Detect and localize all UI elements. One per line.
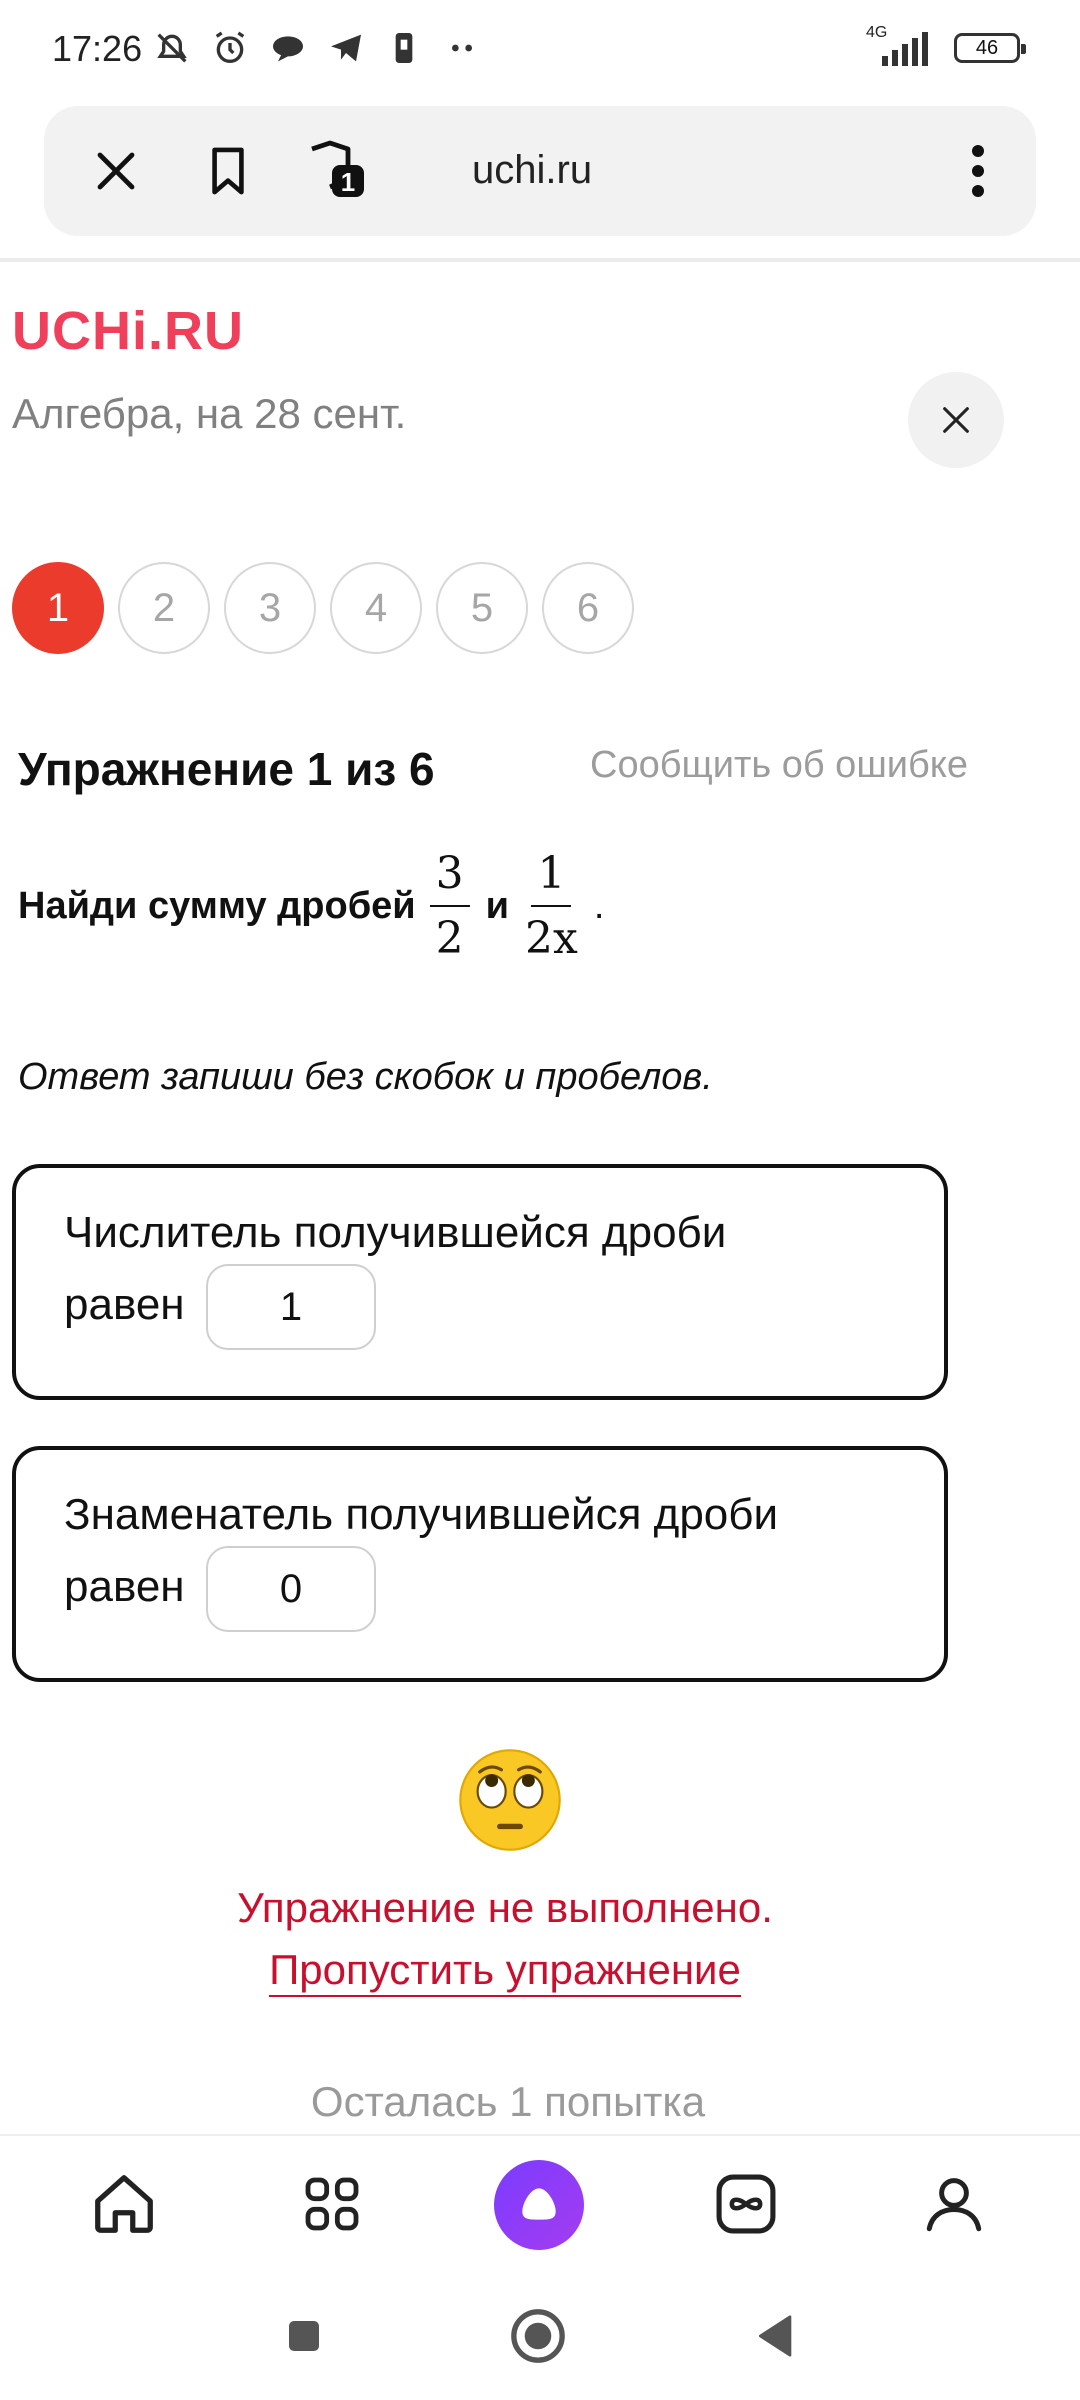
attempts-remaining: Осталась 1 попытка <box>310 2078 706 2125</box>
alice-icon <box>522 2188 556 2220</box>
denominator-input[interactable]: 0 <box>206 1546 376 1632</box>
report-error-link[interactable]: Сообщить об ошибке <box>590 744 968 787</box>
grid-icon <box>305 2177 359 2231</box>
numerator-input[interactable]: 1 <box>206 1264 376 1350</box>
sim-icon <box>395 33 413 63</box>
nav-home[interactable] <box>84 2164 164 2244</box>
bottom-nav <box>0 2134 1080 2266</box>
skip-exercise-link[interactable]: Пропустить упражнение <box>0 1946 1010 1997</box>
step-2[interactable]: 2 <box>118 562 210 654</box>
nav-services[interactable] <box>292 2164 372 2244</box>
fraction-1: 3 2 <box>429 848 470 964</box>
close-lesson-button[interactable] <box>908 372 1004 468</box>
status-time: 17:26 <box>52 28 143 69</box>
denominator-label: Знаменатель получившейся дроби <box>64 1490 779 1539</box>
more-dots-icon <box>452 44 472 52</box>
step-6[interactable]: 6 <box>542 562 634 654</box>
infinity-icon <box>716 2174 776 2234</box>
task-text: Найди сумму дробей <box>18 884 416 927</box>
bookmark-icon <box>212 147 244 195</box>
circle-home-icon <box>511 2309 565 2363</box>
divider <box>0 258 1080 262</box>
url-text[interactable]: uchi.ru <box>472 148 592 193</box>
close-icon <box>97 152 135 190</box>
close-icon <box>943 407 969 433</box>
alice-assistant-button[interactable] <box>494 2160 584 2250</box>
close-tab-button[interactable] <box>80 135 152 207</box>
skip-exercise-text[interactable]: Пропустить упражнение <box>269 1946 741 1997</box>
more-vert-icon <box>972 145 984 197</box>
denominator-equals: равен <box>64 1562 185 1611</box>
square-icon <box>289 2321 319 2351</box>
task-statement: Найди сумму дробей 3 2 и 1 2x . <box>18 848 604 964</box>
lesson-subtitle: Алгебра, на 28 сент. <box>12 390 407 437</box>
protect-button[interactable]: 1 <box>300 135 372 207</box>
back-triangle-icon <box>758 2315 792 2357</box>
status-right: 4G 46 <box>862 24 1026 70</box>
signal-icon: 4G <box>862 24 940 70</box>
fraction-2-numerator: 1 <box>531 848 572 907</box>
recents-button[interactable] <box>274 2306 334 2366</box>
status-bar: 17:26 4G 46 <box>0 0 1080 100</box>
rolling-eyes-emoji-icon <box>459 1749 561 1851</box>
nav-profile[interactable] <box>914 2164 994 2244</box>
fraction-2: 1 2x <box>525 848 578 964</box>
home-system-button[interactable] <box>508 2306 568 2366</box>
shield-icon: 1 <box>311 140 364 197</box>
numerator-answer-card: Числитель получившейся дроби равен 1 <box>12 1164 948 1400</box>
denominator-answer-card: Знаменатель получившейся дроби равен 0 <box>12 1446 948 1682</box>
tab-count: 1 <box>341 167 355 197</box>
step-1[interactable]: 1 <box>12 562 104 654</box>
menu-button[interactable] <box>942 135 1014 207</box>
nav-tabs[interactable] <box>706 2164 786 2244</box>
back-button[interactable] <box>746 2306 806 2366</box>
exercise-title: Упражнение 1 из 6 <box>18 743 435 795</box>
network-type: 4G <box>866 24 888 41</box>
fraction-1-numerator: 3 <box>429 848 470 907</box>
exercise-failed-message: Упражнение не выполнено. <box>237 1884 773 1931</box>
fraction-2-denominator: 2x <box>525 913 578 964</box>
browser-bar: 1 uchi.ru <box>44 106 1036 236</box>
bookmark-button[interactable] <box>192 135 264 207</box>
step-4[interactable]: 4 <box>330 562 422 654</box>
fraction-1-denominator: 2 <box>435 913 464 964</box>
task-period: . <box>593 884 605 927</box>
profile-icon <box>926 2178 982 2232</box>
status-icons <box>152 28 482 68</box>
chat-icon <box>273 36 303 62</box>
numerator-equals: равен <box>64 1280 185 1329</box>
task-conjunction: и <box>485 884 510 927</box>
system-nav <box>0 2266 1080 2400</box>
alarm-icon <box>215 31 245 64</box>
battery-icon: 46 <box>954 33 1026 63</box>
exercise-steps: 1 2 3 4 5 6 <box>12 562 634 654</box>
answer-hint: Ответ запиши без скобок и пробелов. <box>18 1056 713 1098</box>
uchi-logo[interactable]: UCHi.RU <box>12 300 244 362</box>
telegram-icon <box>331 34 361 62</box>
mute-icon <box>157 33 187 63</box>
home-icon <box>95 2175 153 2233</box>
step-3[interactable]: 3 <box>224 562 316 654</box>
step-5[interactable]: 5 <box>436 562 528 654</box>
numerator-label: Числитель получившейся дроби <box>64 1208 727 1257</box>
